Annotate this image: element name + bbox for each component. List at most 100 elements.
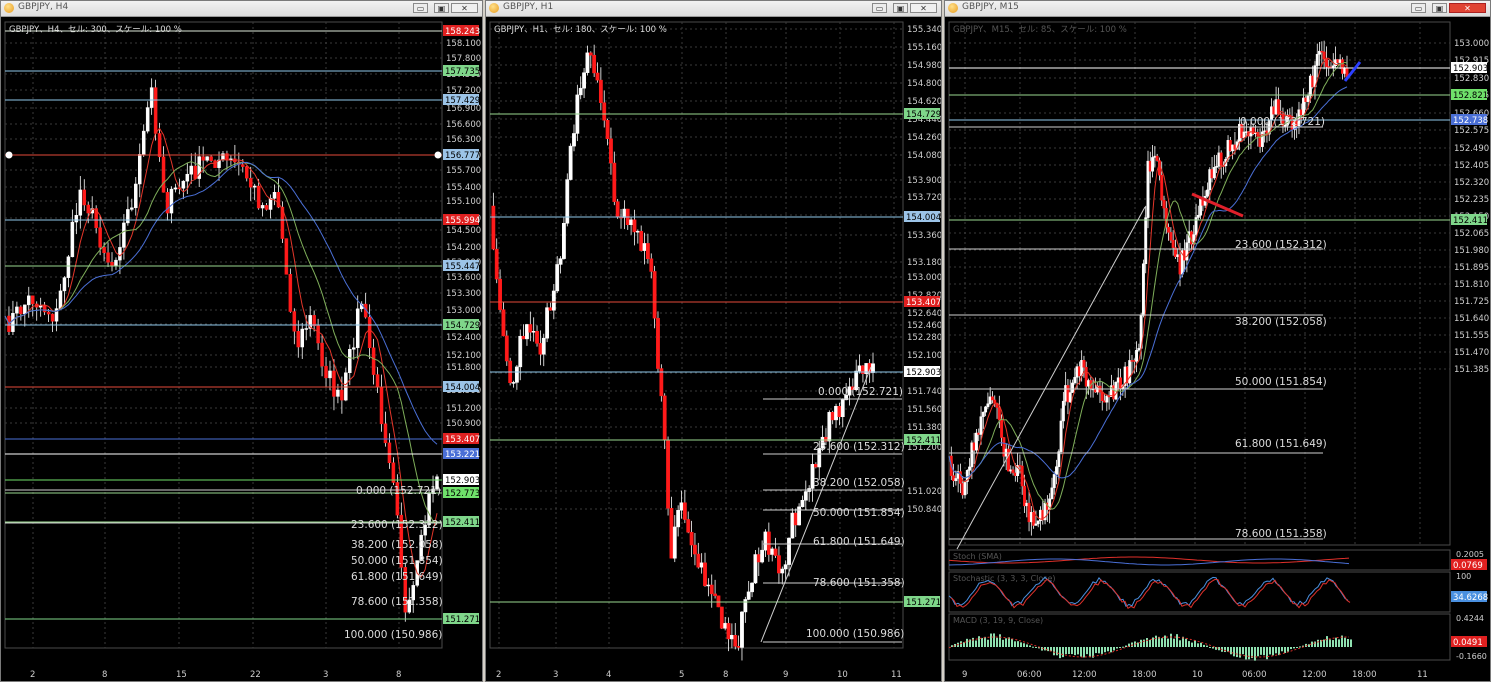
y-tick-label: 152.490 (1454, 144, 1489, 154)
y-tick-label: 154.980 (907, 61, 941, 71)
candle-body (837, 406, 842, 418)
candle-body (555, 264, 560, 292)
macd-bar (1167, 638, 1169, 647)
price-level-label: 152.903 (906, 368, 941, 378)
price-chart-h1[interactable]: 155.340155.160154.980154.800154.620154.4… (486, 17, 941, 681)
macd-bar (1074, 647, 1076, 656)
close-button[interactable]: ✕ (1449, 3, 1486, 13)
chart-header: GBPJPY、H4、セル: 300、スケール: 100 % (9, 25, 182, 35)
candle-body (666, 439, 670, 509)
ma-mid-line (4, 161, 438, 526)
macd-bar (1011, 639, 1013, 647)
titlebar-h4[interactable]: GBPJPY, H4 ▭ ▣ ✕ (1, 1, 482, 17)
y-tick-label: 153.720 (907, 193, 941, 203)
price-level-label: 152.411 (906, 436, 941, 446)
candle-body (375, 374, 380, 388)
candle-body (857, 365, 862, 372)
price-level-label: 154.729 (906, 110, 941, 120)
close-button[interactable]: ✕ (451, 3, 478, 13)
titlebar-h1[interactable]: GBPJPY, H1 ▭ ▣ ✕ (486, 1, 941, 17)
chart-window-h1[interactable]: GBPJPY, H1 ▭ ▣ ✕ 155.340 155.160 154.980 15… (485, 0, 942, 682)
fib-level-label: 61.800 (151.649) (813, 536, 905, 548)
macd-bar (1275, 647, 1277, 654)
candle-body (558, 258, 563, 265)
y-tick-label: 152.405 (1454, 161, 1489, 171)
y-tick-label: 152.400 (446, 333, 481, 343)
restore-button[interactable]: ▣ (434, 3, 449, 13)
candle-body (672, 526, 677, 559)
restore-button[interactable]: ▣ (893, 3, 908, 13)
macd-bar (1008, 637, 1010, 647)
candle-body (719, 606, 724, 629)
y-tick-label: 151.740 (907, 387, 941, 397)
fib-level-label: 0.000 (152.721) (356, 485, 441, 497)
candle-body (676, 510, 681, 528)
candle-body (548, 307, 553, 311)
candle-body (646, 243, 650, 260)
macd-bar (1326, 636, 1328, 647)
y-tick-label: 152.830 (1454, 74, 1489, 84)
minimize-button[interactable]: ▭ (1411, 3, 1426, 13)
candle-body (531, 330, 536, 333)
macd-bar (1173, 638, 1175, 647)
macd-bar (1101, 647, 1103, 654)
price-chart-h4[interactable]: 158.100157.800157.500157.200156.900156.6… (1, 17, 482, 681)
macd-bar (1068, 647, 1070, 655)
y-tick-label: 150.900 (446, 419, 481, 429)
candle-body (595, 72, 600, 81)
candle-body (551, 290, 556, 311)
macd-bar (1020, 642, 1022, 647)
candle-body (70, 221, 75, 258)
candle-body (19, 306, 23, 315)
restore-button[interactable]: ▣ (1432, 3, 1447, 13)
macd-bar (1281, 647, 1283, 652)
macd-bar (1104, 647, 1106, 653)
candle-body (1000, 419, 1004, 438)
macd-bar (1077, 647, 1079, 655)
macd-bar (975, 640, 977, 647)
x-tick-label: 9 (962, 670, 967, 680)
macd-bar (993, 633, 995, 647)
candle-body (696, 553, 701, 568)
fib-level-label: 78.600 (151.358) (1235, 528, 1327, 540)
candle-body (585, 52, 590, 73)
candle-body (205, 156, 209, 161)
candle-body (1196, 214, 1200, 218)
minimize-button[interactable]: ▭ (413, 3, 428, 13)
candle-body (501, 309, 506, 337)
macd-bar (1287, 647, 1289, 652)
candle-body (1055, 466, 1058, 475)
macd-bar (1005, 638, 1007, 647)
candle-body (582, 72, 586, 89)
candle-body (1023, 485, 1026, 507)
candle-body (968, 466, 972, 471)
macd-bar (966, 638, 968, 647)
price-chart-m15[interactable]: 153.000152.915152.830152.745152.660152.5… (945, 17, 1490, 681)
y-tick-label: 153.180 (907, 258, 941, 268)
price-level-label: 154.004 (906, 213, 941, 223)
candle-body (1160, 174, 1164, 201)
macd-bar (1170, 633, 1172, 647)
candle-body (86, 204, 90, 214)
y-tick-label: 154.200 (446, 243, 481, 253)
candle-body (1167, 226, 1171, 233)
macd-bar (1113, 647, 1115, 651)
chart-window-m15[interactable]: GBPJPY, M15 ▭ ▣ ✕ 153.000 152.915 152.830 1… (944, 0, 1491, 682)
minimize-button[interactable]: ▭ (872, 3, 887, 13)
candle-body (760, 549, 765, 563)
macd-bar (999, 634, 1001, 647)
candle-body (541, 337, 546, 355)
candle-body (642, 243, 647, 251)
y-tick-label: 152.575 (1454, 126, 1489, 136)
candle-body (830, 412, 835, 421)
candle-body (241, 164, 245, 167)
close-button[interactable]: ✕ (910, 3, 937, 13)
price-level-label: 157.735 (445, 67, 480, 77)
y-tick-label: 151.980 (1454, 246, 1489, 256)
fib-level-label: 0.000 (152.721) (1240, 116, 1325, 128)
chart-window-h4[interactable]: GBPJPY, H4 ▭ ▣ ✕ 158.100157.800157.50015… (0, 0, 483, 682)
y-tick-label: 153.900 (907, 176, 941, 186)
candle-body (1315, 54, 1319, 66)
macd-bar (1185, 638, 1187, 647)
titlebar-m15[interactable]: GBPJPY, M15 ▭ ▣ ✕ (945, 1, 1490, 17)
